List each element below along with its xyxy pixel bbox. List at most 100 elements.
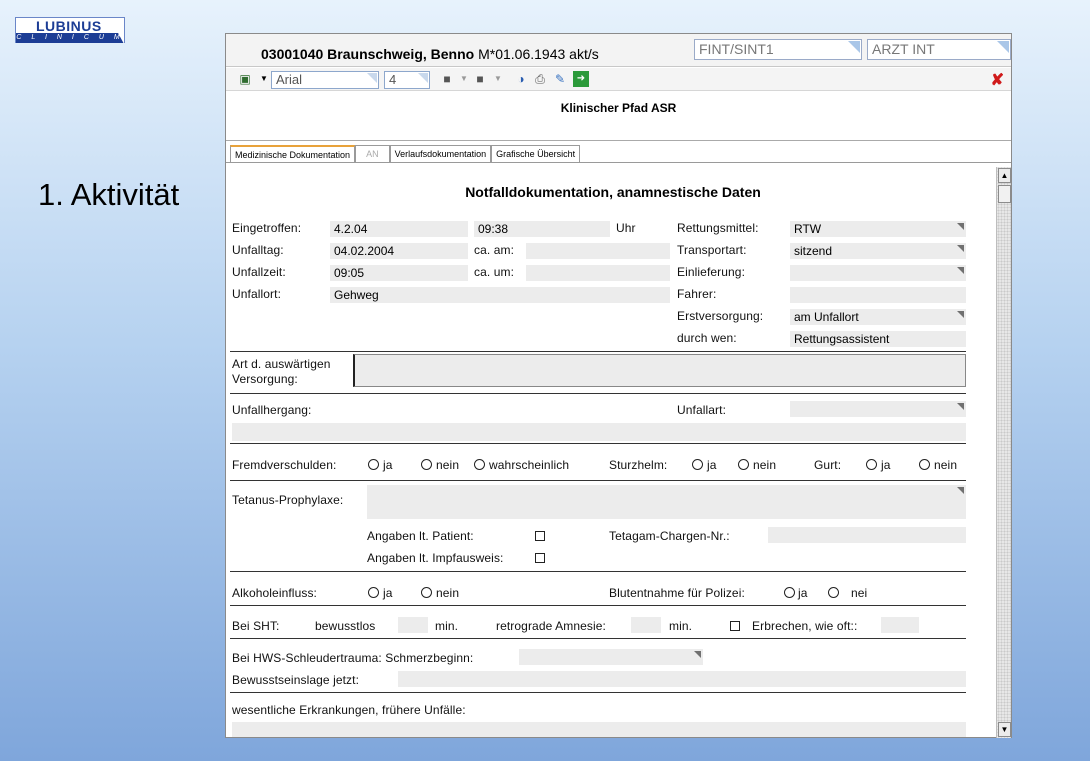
tetanus-label: Tetanus-Prophylaxe: [232,493,344,507]
unfallart-label: Unfallart: [677,403,727,417]
divider [230,351,966,352]
angaben-patient-checkbox[interactable] [535,531,545,541]
chevron-down-icon[interactable]: ▼ [490,71,506,87]
erkrankungen-field[interactable] [232,722,966,737]
fremdverschulden-wahrscheinlich-label: wahrscheinlich [489,458,570,472]
gurt-ja-radio[interactable] [866,459,877,470]
lubinus-logo: LUBINUS C L I N I C U M [15,17,125,44]
edit-icon[interactable]: ✎ [552,71,568,87]
role-dropdown-icon[interactable] [997,41,1009,53]
unfallhergang-field[interactable] [232,423,966,441]
transportart-field[interactable]: sitzend [790,243,966,259]
art-versorgung-field[interactable] [353,354,966,387]
fremdverschulden-ja-label: ja [383,458,393,472]
ca-um-field[interactable] [526,265,670,281]
station-dropdown-icon[interactable] [848,41,860,53]
app-window: 03001040 Braunschweig, Benno M*01.06.194… [225,33,1012,738]
sturzhelm-ja-label: ja [707,458,717,472]
unfallhergang-label: Unfallhergang: [232,403,312,417]
tab-divider [226,162,1011,163]
divider [230,692,966,693]
fremdverschulden-wahrscheinlich-radio[interactable] [474,459,485,470]
blutentnahme-nein-radio[interactable] [828,587,839,598]
alkohol-nein-radio[interactable] [421,587,432,598]
vertical-scrollbar[interactable]: ▲ ▼ [996,167,1011,738]
erbrechen-field[interactable] [881,617,919,633]
unfallzeit-field[interactable]: 09:05 [330,265,468,281]
bewusstlos-label: bewusstlos [315,619,376,633]
divider [230,480,966,481]
document-icon[interactable]: ■ [472,71,488,87]
gurt-nein-label: nein [934,458,958,472]
station-value: FINT/SINT1 [699,41,774,57]
tab-an[interactable]: AN [355,145,390,163]
erbrechen-checkbox[interactable] [730,621,740,631]
logo-wedge [110,18,124,44]
unfallart-field[interactable] [790,401,966,417]
tetagam-field[interactable] [768,527,966,543]
scroll-up-icon[interactable]: ▲ [998,168,1011,183]
chevron-down-icon[interactable]: ▼ [256,71,272,87]
station-field[interactable]: FINT/SINT1 [694,39,862,60]
ca-am-field[interactable] [526,243,670,259]
art-versorgung-label-2: Versorgung: [232,372,298,386]
eingetroffen-time-field[interactable]: 09:38 [474,221,610,237]
alkohol-ja-radio[interactable] [368,587,379,598]
amnesie-minutes-field[interactable] [631,617,661,633]
angaben-impfausweis-checkbox[interactable] [535,553,545,563]
book-icon[interactable]: ◑ [513,71,529,87]
durch-wen-field[interactable]: Rettungsassistent [790,331,966,347]
erstversorgung-label: Erstversorgung: [677,309,764,323]
fremdverschulden-nein-label: nein [436,458,460,472]
angaben-patient-label: Angaben lt. Patient: [367,529,474,543]
export-icon[interactable]: ➜ [573,71,589,87]
fremdverschulden-ja-radio[interactable] [368,459,379,470]
fahrer-field[interactable] [790,287,966,303]
bewusstseinslage-field[interactable] [398,671,966,687]
unfallort-field[interactable]: Gehweg [330,287,670,303]
einlieferung-field[interactable] [790,265,966,281]
amnesie-label: retrograde Amnesie: [496,619,606,633]
sturzhelm-nein-radio[interactable] [738,459,749,470]
close-icon[interactable]: ✘ [991,70,1004,90]
font-select[interactable]: Arial [271,71,379,89]
divider [230,443,966,444]
gurt-label: Gurt: [814,458,842,472]
rettungsmittel-field[interactable]: RTW [790,221,966,237]
document-icon[interactable]: ■ [439,71,455,87]
blutentnahme-ja-radio[interactable] [784,587,795,598]
blutentnahme-ja-label: ja [798,586,808,600]
toolbar: ▣ ▼ Arial 4 ■ ▼ ■ ▼ ◑ ⎙ ✎ ➜ [226,68,1011,91]
logo-brand: LUBINUS [36,18,102,34]
font-size-select[interactable]: 4 [384,71,430,89]
erkrankungen-label: wesentliche Erkrankungen, frühere Unfäll… [232,703,466,717]
durch-wen-label: durch wen: [677,331,737,345]
gurt-nein-radio[interactable] [919,459,930,470]
transportart-label: Transportart: [677,243,747,257]
tab-medizinische-dokumentation[interactable]: Medizinische Dokumentation [230,145,356,163]
print-icon[interactable]: ⎙ [532,71,548,87]
sturzhelm-nein-label: nein [753,458,777,472]
patient-info: 03001040 Braunschweig, Benno M*01.06.194… [261,46,599,62]
eingetroffen-field[interactable]: 4.2.04 [330,221,468,237]
sturzhelm-ja-radio[interactable] [692,459,703,470]
bewusstlos-minutes-field[interactable] [398,617,428,633]
chevron-down-icon[interactable]: ▼ [456,71,472,87]
font-value: Arial [276,72,303,87]
role-field[interactable]: ARZT INT [867,39,1011,60]
slide-heading: 1. Aktivität [38,177,180,212]
patient-birth: M*01.06.1943 akt/s [478,46,599,62]
font-dropdown-icon[interactable] [367,73,377,83]
tab-verlaufsdokumentation[interactable]: Verlaufsdokumentation [389,145,492,163]
page-icon[interactable]: ▣ [237,71,253,87]
scroll-down-icon[interactable]: ▼ [998,722,1011,737]
scroll-thumb[interactable] [998,185,1011,203]
erbrechen-label: Erbrechen, wie oft:: [752,619,858,633]
erstversorgung-field[interactable]: am Unfallort [790,309,966,325]
tetanus-field[interactable] [367,485,966,519]
size-dropdown-icon[interactable] [418,73,428,83]
tab-grafische-uebersicht[interactable]: Grafische Übersicht [491,145,581,163]
fremdverschulden-nein-radio[interactable] [421,459,432,470]
unfalltag-field[interactable]: 04.02.2004 [330,243,468,259]
schmerzbeginn-field[interactable] [519,649,703,665]
